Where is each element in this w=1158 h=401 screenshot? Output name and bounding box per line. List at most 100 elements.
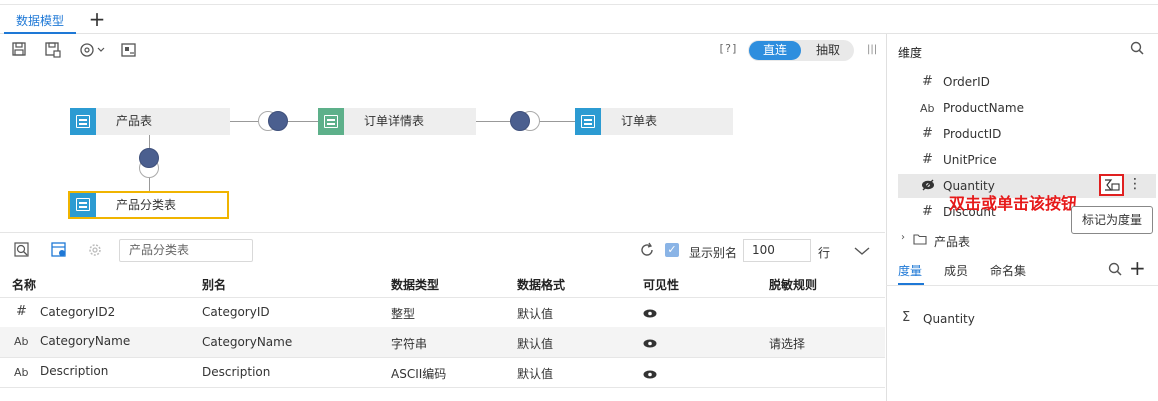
- dimension-field[interactable]: # OrderID: [898, 70, 1156, 94]
- dimension-field[interactable]: # ProductID: [898, 122, 1156, 146]
- tab-members[interactable]: 成员: [944, 262, 968, 279]
- row-divider: [0, 387, 885, 388]
- node-label: 订单详情表: [364, 114, 425, 128]
- measure-icon: [1105, 179, 1120, 191]
- tab-measures[interactable]: 度量: [898, 262, 922, 279]
- field-format[interactable]: 默认值: [517, 365, 553, 382]
- table-icon: [318, 108, 344, 135]
- column-header-visibility[interactable]: 可见性: [643, 276, 679, 293]
- node-label: 产品分类表: [116, 198, 177, 212]
- number-type-icon: #: [922, 152, 933, 167]
- table-node-product[interactable]: 产品表: [70, 108, 230, 135]
- join-dot[interactable]: [510, 111, 530, 131]
- node-label: 产品表: [116, 114, 153, 128]
- table-node-order-detail[interactable]: 订单详情表: [318, 108, 476, 135]
- field-format[interactable]: 默认值: [517, 335, 553, 352]
- text-type-icon: Ab: [14, 366, 29, 379]
- field-alias[interactable]: CategoryID: [202, 305, 270, 319]
- field-name: UnitPrice: [943, 153, 997, 167]
- field-alias[interactable]: Description: [202, 365, 270, 379]
- visibility-icon: [922, 179, 934, 191]
- mode-direct-button[interactable]: 直连: [749, 41, 801, 60]
- preview-icon[interactable]: [14, 242, 30, 258]
- mark-as-measure-button[interactable]: [1099, 174, 1124, 196]
- table-row[interactable]: [0, 327, 885, 357]
- save-as-icon[interactable]: [45, 42, 61, 58]
- annotation-text: 双击或单击该按钮: [949, 194, 1078, 213]
- eye-icon[interactable]: [643, 309, 657, 318]
- search-icon[interactable]: [1108, 262, 1122, 276]
- field-type[interactable]: ASCII编码: [391, 365, 446, 382]
- text-type-icon: Ab: [920, 102, 935, 115]
- text-type-icon: Ab: [14, 335, 29, 348]
- field-name: CategoryName: [40, 334, 131, 348]
- divider: [886, 285, 1158, 286]
- column-header-name[interactable]: 名称: [12, 276, 36, 293]
- field-type[interactable]: 整型: [391, 305, 415, 322]
- search-icon[interactable]: [1130, 41, 1144, 55]
- table-icon: [70, 193, 96, 217]
- mask-rule-select[interactable]: 请选择: [769, 335, 805, 352]
- number-type-icon: #: [16, 304, 27, 319]
- table-icon: [575, 108, 601, 135]
- field-format[interactable]: 默认值: [517, 305, 553, 322]
- dimension-title: 维度: [898, 46, 923, 60]
- number-type-icon: #: [922, 74, 933, 89]
- rows-unit-label: 行: [818, 246, 831, 260]
- field-type[interactable]: 字符串: [391, 335, 427, 352]
- help-button[interactable]: [?]: [718, 42, 738, 55]
- field-name: ProductID: [943, 127, 1002, 141]
- join-dot[interactable]: [268, 111, 288, 131]
- table-settings-icon[interactable]: [51, 242, 67, 258]
- refresh-icon[interactable]: [639, 242, 655, 258]
- measure-item[interactable]: Σ Quantity: [898, 307, 1098, 331]
- settings-dropdown-icon[interactable]: [79, 42, 107, 58]
- tab-named-sets[interactable]: 命名集: [990, 262, 1026, 279]
- table-icon: [70, 108, 96, 135]
- field-name: Description: [40, 364, 109, 378]
- divider: [0, 232, 885, 233]
- eye-icon[interactable]: [643, 370, 657, 379]
- eye-icon[interactable]: [643, 339, 657, 348]
- dimension-field[interactable]: # UnitPrice: [898, 148, 1156, 172]
- connection-mode-toggle[interactable]: 直连 抽取: [748, 40, 854, 61]
- node-label: 订单表: [621, 114, 658, 128]
- chevron-down-icon[interactable]: [854, 245, 870, 257]
- join-dot[interactable]: [139, 148, 159, 168]
- tab-bar: [0, 0, 1158, 34]
- field-alias[interactable]: CategoryName: [202, 335, 292, 349]
- gear-icon[interactable]: [87, 242, 103, 258]
- save-icon[interactable]: [12, 42, 26, 56]
- model-settings-icon[interactable]: [121, 42, 137, 58]
- table-header: [0, 268, 885, 298]
- table-search-input[interactable]: 产品分类表: [119, 239, 253, 262]
- add-tab-button[interactable]: +: [88, 9, 106, 29]
- column-header-type[interactable]: 数据类型: [391, 276, 439, 293]
- chevron-right-icon[interactable]: ›: [901, 232, 905, 243]
- table-node-product-category[interactable]: 产品分类表: [68, 191, 229, 219]
- table-row[interactable]: [0, 298, 885, 328]
- mode-extract-button[interactable]: 抽取: [804, 41, 852, 60]
- tab-data-model[interactable]: 数据模型: [4, 10, 76, 34]
- rows-count-input[interactable]: 100: [743, 239, 811, 262]
- dimension-field[interactable]: Ab ProductName: [898, 96, 1156, 120]
- show-alias-label: 显示别名: [689, 246, 738, 260]
- field-name: ProductName: [943, 101, 1024, 115]
- folder-label[interactable]: 产品表: [934, 233, 970, 250]
- number-type-icon: #: [922, 204, 933, 219]
- column-header-alias[interactable]: 别名: [202, 276, 226, 293]
- panel-toggle-icon[interactable]: |||: [867, 44, 877, 56]
- add-measure-button[interactable]: +: [1129, 256, 1146, 280]
- sigma-icon: Σ: [902, 310, 911, 325]
- top-divider: [0, 4, 1158, 5]
- show-alias-checkbox[interactable]: ✓: [665, 243, 679, 257]
- measure-name: Quantity: [923, 312, 975, 326]
- more-options-icon[interactable]: ⋮: [1128, 176, 1142, 192]
- folder-icon: [913, 234, 927, 245]
- column-header-mask-rule[interactable]: 脱敏规则: [769, 276, 817, 293]
- active-tab-indicator: [898, 283, 924, 285]
- tooltip: 标记为度量: [1071, 206, 1153, 234]
- field-name: OrderID: [943, 75, 990, 89]
- table-node-order[interactable]: 订单表: [575, 108, 733, 135]
- column-header-format[interactable]: 数据格式: [517, 276, 565, 293]
